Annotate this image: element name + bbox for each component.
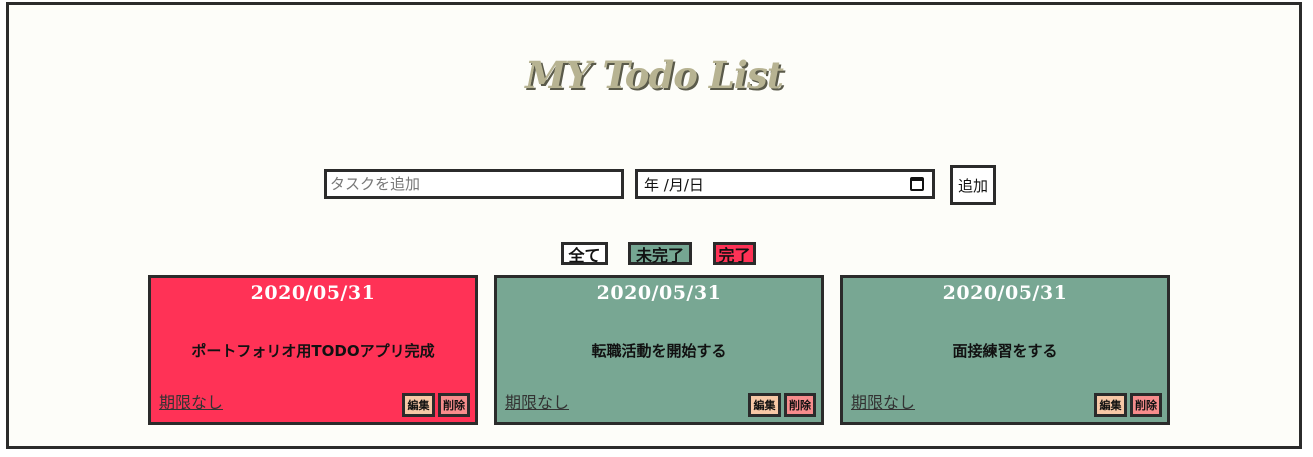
app-frame: MY Todo List 年 /月/日 追加 全て 未完了 完了 2020/05… xyxy=(6,2,1302,449)
card-date: 2020/05/31 xyxy=(596,282,722,304)
calendar-icon[interactable] xyxy=(910,177,924,191)
delete-button[interactable]: 削除 xyxy=(1130,393,1162,417)
edit-button[interactable]: 編集 xyxy=(748,393,781,417)
card-date: 2020/05/31 xyxy=(250,282,376,304)
delete-button[interactable]: 削除 xyxy=(784,393,816,417)
page-title: MY Todo List xyxy=(525,53,784,97)
card-task-text: ポートフォリオ用TODOアプリ完成 xyxy=(191,342,435,360)
filter-undone-button[interactable]: 未完了 xyxy=(628,242,692,265)
card-deadline-link[interactable]: 期限なし xyxy=(505,389,569,413)
card-task-text: 転職活動を開始する xyxy=(591,342,727,360)
card-deadline-link[interactable]: 期限なし xyxy=(851,389,915,413)
task-input[interactable] xyxy=(324,169,624,199)
add-button[interactable]: 追加 xyxy=(950,165,996,205)
edit-button[interactable]: 編集 xyxy=(402,393,435,417)
edit-button[interactable]: 編集 xyxy=(1094,393,1127,417)
todo-card: 2020/05/31 転職活動を開始する 期限なし 編集 削除 xyxy=(494,275,824,425)
date-placeholder: 年 /月/日 xyxy=(644,175,704,194)
card-deadline-link[interactable]: 期限なし xyxy=(159,389,223,413)
card-date: 2020/05/31 xyxy=(942,282,1068,304)
filter-bar: 全て 未完了 完了 xyxy=(9,242,1299,266)
due-date-input[interactable]: 年 /月/日 xyxy=(635,169,935,199)
filter-done-button[interactable]: 完了 xyxy=(713,242,756,265)
delete-button[interactable]: 削除 xyxy=(438,393,470,417)
add-task-form: 年 /月/日 追加 xyxy=(9,165,1299,205)
todo-card: 2020/05/31 ポートフォリオ用TODOアプリ完成 期限なし 編集 削除 xyxy=(148,275,478,425)
filter-all-button[interactable]: 全て xyxy=(561,242,608,265)
todo-card: 2020/05/31 面接練習をする 期限なし 編集 削除 xyxy=(840,275,1170,425)
card-task-text: 面接練習をする xyxy=(952,342,1058,360)
